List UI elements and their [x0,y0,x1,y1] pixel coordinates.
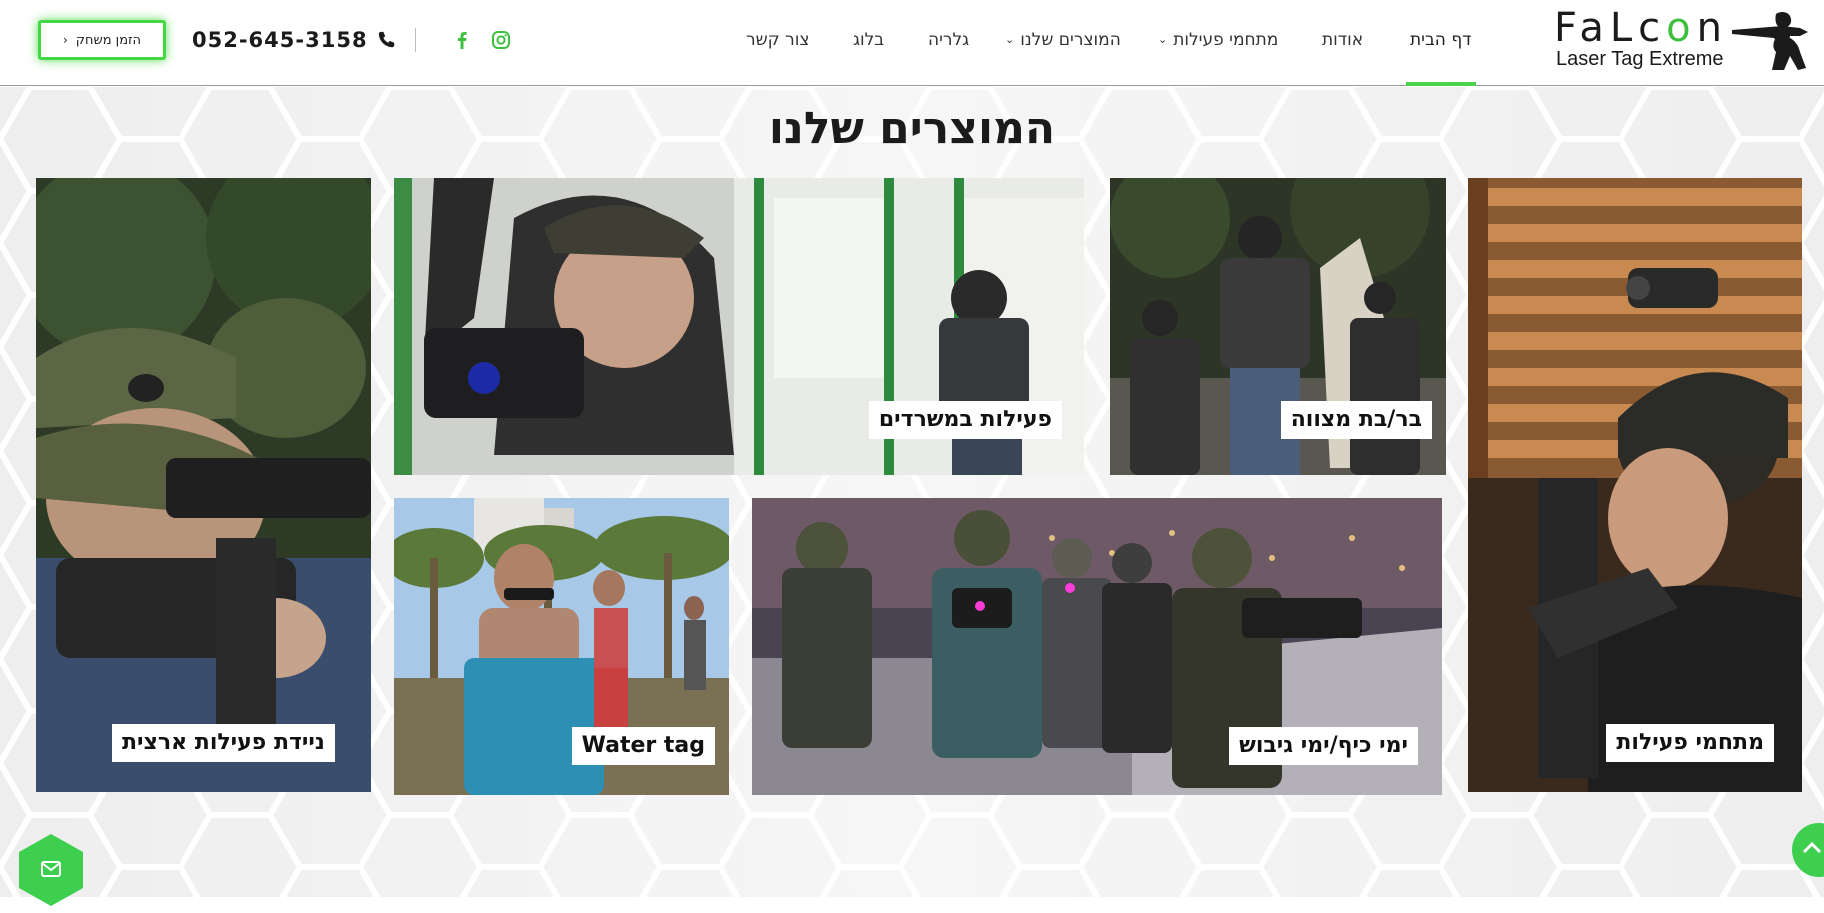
tile-label: מתחמי פעילות [1606,724,1774,762]
nav-activities[interactable]: מתחמי פעילות ⌄ [1158,26,1278,54]
site-header: FaLcon Laser Tag Extreme דף הבית אודות מ… [0,0,1824,86]
product-tile-fun-days[interactable]: ימי כיף/ימי גיבוש [752,498,1442,795]
nav-about[interactable]: אודות [1322,26,1363,54]
nav-home-label: דף הבית [1410,30,1472,50]
tile-label: פעילות במשרדים [868,401,1062,439]
active-nav-underline [1406,82,1476,86]
facebook-icon[interactable] [452,30,472,50]
nav-about-label: אודות [1322,30,1364,50]
tile-label: בר/בת מצווה [1280,401,1432,439]
chevron-down-icon: ⌄ [1158,33,1168,46]
instagram-icon[interactable] [491,30,511,50]
phone-link[interactable]: 052-645-3158 [192,24,396,56]
products-section: המוצרים שלנו מתחמי פעילות בר/בת מצווה פע… [0,87,1824,897]
product-tile-office[interactable]: פעילות במשרדים [394,178,1084,475]
product-tile-bar-mitzvah[interactable]: בר/בת מצווה [1110,178,1446,475]
nav-activities-label: מתחמי פעילות [1173,30,1279,50]
nav-home[interactable]: דף הבית [1410,26,1471,54]
nav-contact[interactable]: צור קשר [746,26,809,54]
mail-icon [41,861,61,877]
page-bottom-edge [0,897,1824,913]
phone-icon [378,31,394,48]
nav-products[interactable]: המוצרים שלנו ⌄ [1005,26,1121,54]
product-tile-activity-centers[interactable]: מתחמי פעילות [1468,178,1802,792]
nav-gallery-label: גלריה [928,30,970,50]
header-divider [415,28,416,52]
tile-photo [1468,178,1802,792]
nav-products-label: המוצרים שלנו [1020,30,1121,50]
tile-label: ניידת פעילות ארצית [112,724,335,762]
nav-blog[interactable]: בלוג [853,26,884,54]
tile-label: Water tag [571,727,715,765]
chevron-right-icon: › [62,33,68,47]
nav-gallery[interactable]: גלריה [928,26,969,54]
nav-blog-label: בלוג [853,30,885,50]
arrow-up-icon [1802,841,1822,854]
floating-contact-button[interactable] [16,832,86,908]
product-tile-water-tag[interactable]: Water tag [394,498,729,795]
phone-number: 052-645-3158 [192,28,368,52]
tile-label: ימי כיף/ימי גיבוש [1229,727,1418,765]
book-game-label: הזמן משחק [75,32,142,48]
tile-photo [36,178,371,792]
section-title: המוצרים שלנו [768,103,1056,154]
chevron-down-icon: ⌄ [1005,33,1015,46]
product-tile-mobile-unit[interactable]: ניידת פעילות ארצית [36,178,371,792]
book-game-button[interactable]: › הזמן משחק [38,20,166,60]
nav-contact-label: צור קשר [746,30,810,50]
